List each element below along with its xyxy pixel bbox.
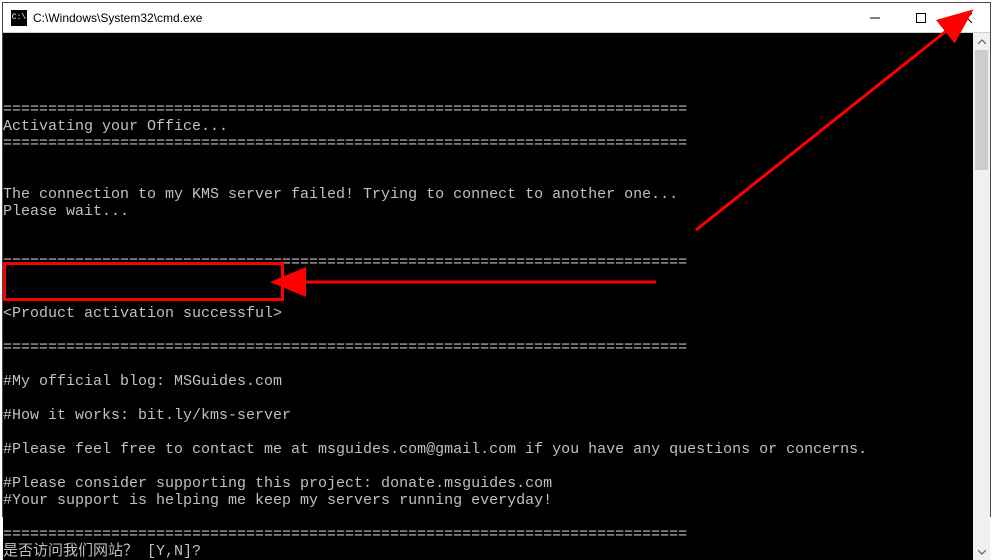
console-line: Activating your Office... xyxy=(3,118,973,135)
console-line xyxy=(3,67,973,84)
console-line: <Product activation successful> xyxy=(3,305,973,322)
scroll-down-button[interactable] xyxy=(973,543,990,560)
console-line: #Please consider supporting this project… xyxy=(3,475,973,492)
console-line: The connection to my KMS server failed! … xyxy=(3,186,973,203)
vertical-scrollbar[interactable] xyxy=(973,33,990,560)
cmd-window: C:\ C:\Windows\System32\cmd.exe ========… xyxy=(2,2,991,517)
scrollbar-track[interactable] xyxy=(973,50,990,543)
console-line xyxy=(3,322,973,339)
app-icon-text: C:\ xyxy=(12,13,26,22)
client-area: ========================================… xyxy=(3,33,990,560)
chevron-up-icon xyxy=(978,38,986,46)
console-line xyxy=(3,169,973,186)
window-controls xyxy=(852,3,990,33)
maximize-icon xyxy=(916,13,926,23)
console-line: #Please feel free to contact me at msgui… xyxy=(3,441,973,458)
console-line xyxy=(3,424,973,441)
console-line xyxy=(3,458,973,475)
console-line xyxy=(3,356,973,373)
console-line: 是否访问我们网站？ [Y,N]? xyxy=(3,543,973,560)
app-icon: C:\ xyxy=(11,10,27,26)
console-line: ========================================… xyxy=(3,101,973,118)
window-title: C:\Windows\System32\cmd.exe xyxy=(33,11,852,25)
console-line: Please wait... xyxy=(3,203,973,220)
console-line: ========================================… xyxy=(3,135,973,152)
maximize-button[interactable] xyxy=(898,3,944,33)
console-line: ========================================… xyxy=(3,254,973,271)
close-icon xyxy=(962,13,972,23)
minimize-icon xyxy=(870,13,880,23)
close-button[interactable] xyxy=(944,3,990,33)
console-line xyxy=(3,390,973,407)
console-line: ========================================… xyxy=(3,526,973,543)
minimize-button[interactable] xyxy=(852,3,898,33)
console-line: #My official blog: MSGuides.com xyxy=(3,373,973,390)
console-line: #Your support is helping me keep my serv… xyxy=(3,492,973,509)
console-line xyxy=(3,50,973,67)
console-line xyxy=(3,288,973,305)
scrollbar-thumb[interactable] xyxy=(975,50,988,170)
console-line xyxy=(3,152,973,169)
console-line: ========================================… xyxy=(3,339,973,356)
scroll-up-button[interactable] xyxy=(973,33,990,50)
console-line xyxy=(3,271,973,288)
console-line: #How it works: bit.ly/kms-server xyxy=(3,407,973,424)
chevron-down-icon xyxy=(978,548,986,556)
console-line xyxy=(3,220,973,237)
console-line xyxy=(3,237,973,254)
console-line xyxy=(3,84,973,101)
console-output[interactable]: ========================================… xyxy=(3,33,973,560)
console-line xyxy=(3,33,973,50)
console-line xyxy=(3,509,973,526)
titlebar[interactable]: C:\ C:\Windows\System32\cmd.exe xyxy=(3,3,990,33)
